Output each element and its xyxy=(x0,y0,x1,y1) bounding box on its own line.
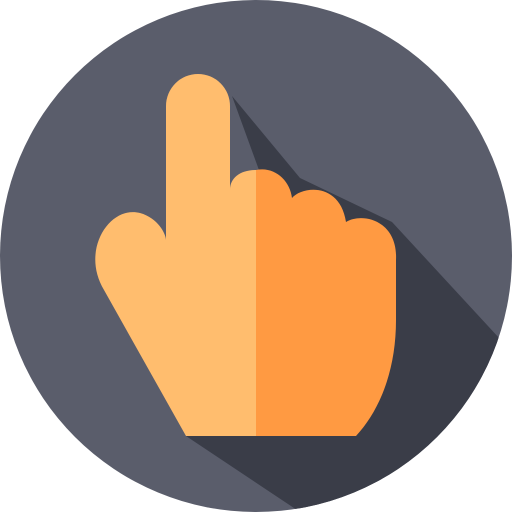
icon-canvas xyxy=(0,0,512,512)
pointing-hand-icon xyxy=(0,0,512,512)
